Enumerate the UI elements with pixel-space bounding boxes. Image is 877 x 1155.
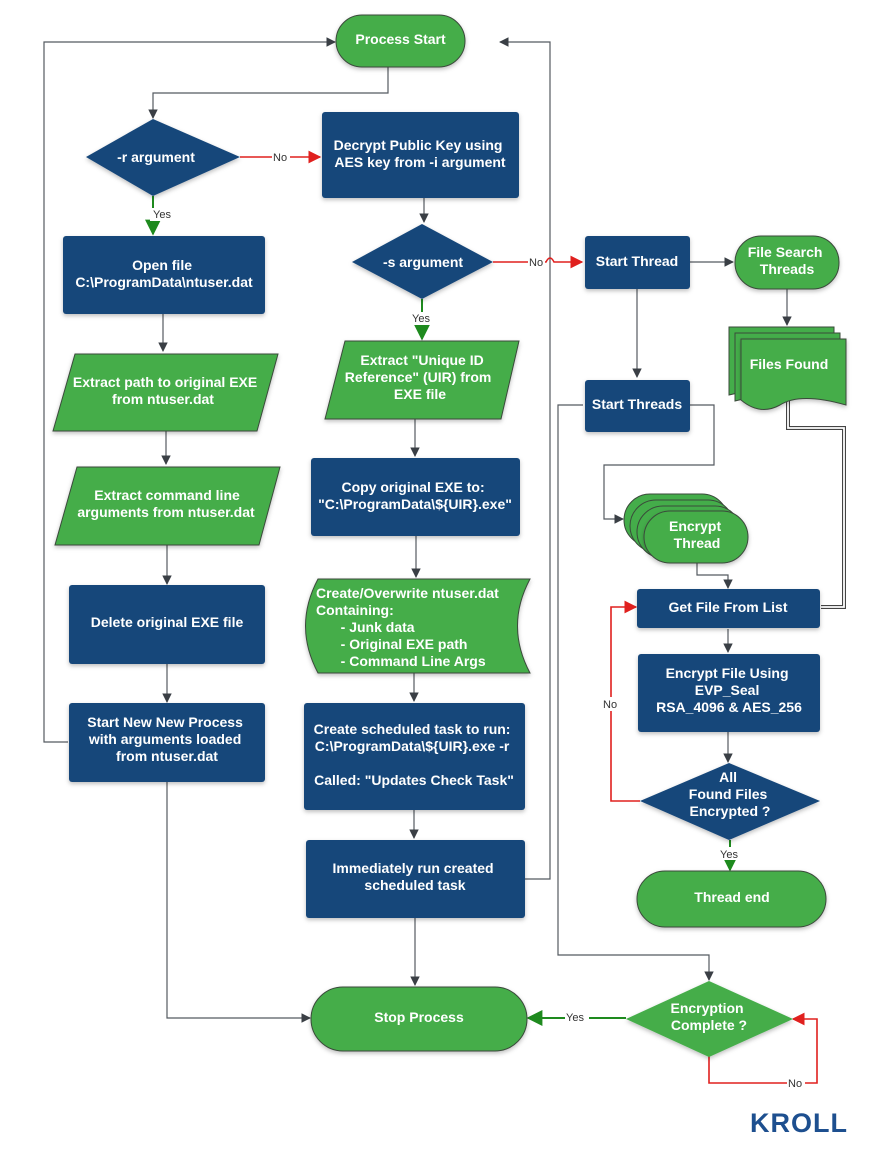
node-process-start-label: Process Start — [355, 31, 446, 47]
node-encrypt-file: Encrypt File Using EVP_Seal RSA_4096 & A… — [638, 654, 820, 732]
node-encryption-complete: Encryption Complete ? — [626, 981, 793, 1057]
node-s-argument: -s argument — [352, 224, 493, 299]
node-copy-exe: Copy original EXE to: "C:\ProgramData\${… — [311, 458, 520, 536]
node-start-threads-label: Start Threads — [592, 396, 682, 412]
node-delete-exe: Delete original EXE file — [69, 585, 265, 664]
kroll-logo: KROLL — [750, 1108, 848, 1139]
node-stop-process-label: Stop Process — [374, 1009, 464, 1025]
edge-label-complete-yes: Yes — [566, 1012, 584, 1024]
node-start-thread: Start Thread — [585, 236, 690, 289]
edge-label-complete-no: No — [788, 1078, 802, 1090]
node-encrypt-thread-label: Encrypt Thread — [669, 518, 725, 551]
node-all-encrypted: All Found Files Encrypted ? — [640, 763, 820, 840]
node-create-ntuser: Create/Overwrite ntuser.dat Containing: … — [0, 0, 531, 674]
node-s-argument-label: -s argument — [383, 254, 463, 270]
node-decrypt-key-label: Decrypt Public Key using AES key from -i… — [334, 137, 507, 170]
node-get-file-label: Get File From List — [668, 599, 787, 615]
kroll-logo-text: KROLL — [750, 1108, 848, 1138]
edge-start-to-r — [148, 67, 389, 119]
node-extract-args-label: Extract command line arguments from ntus… — [77, 487, 255, 520]
node-stop-process: Stop Process — [310, 986, 528, 1052]
edge-label-r-no: No — [273, 152, 287, 164]
node-create-ntuser-label: Create/Overwrite ntuser.dat Containing: … — [0, 0, 526, 669]
node-extract-path: Extract path to original EXE from ntuser… — [52, 353, 279, 432]
edge-found-to-getfile — [786, 398, 846, 609]
node-open-file: Open file C:\ProgramData\ntuser.dat — [63, 236, 265, 314]
edge-new-process-to-stop — [166, 782, 311, 1023]
edge-label-all-no: No — [603, 699, 617, 711]
edge-label-s-no: No — [529, 257, 543, 269]
node-files-found: Files Found — [728, 326, 847, 410]
node-start-new-process: Start New New Process with arguments loa… — [69, 703, 265, 782]
edge-label-s-yes: Yes — [412, 313, 430, 325]
node-thread-end-label: Thread end — [694, 889, 769, 905]
node-r-argument: -r argument — [86, 119, 240, 196]
node-thread-end: Thread end — [636, 870, 827, 928]
node-copy-exe-label: Copy original EXE to: "C:\ProgramData\${… — [318, 479, 512, 512]
node-file-search-threads: File Search Threads — [734, 235, 840, 290]
node-get-file: Get File From List — [637, 589, 820, 628]
edge-label-r-yes: Yes — [153, 209, 171, 221]
node-start-threads: Start Threads — [585, 380, 690, 432]
edge-encrypt-to-getfile — [696, 562, 733, 589]
node-process-start: Process Start — [335, 14, 466, 68]
node-run-task: Immediately run created scheduled task — [306, 840, 525, 918]
node-r-argument-label: -r argument — [117, 149, 195, 165]
node-delete-exe-label: Delete original EXE file — [91, 614, 244, 630]
node-start-thread-label: Start Thread — [596, 253, 678, 269]
node-extract-args: Extract command line arguments from ntus… — [54, 466, 281, 546]
node-encryption-complete-label: Encryption Complete ? — [670, 1000, 747, 1033]
edge-label-all-yes: Yes — [720, 849, 738, 861]
node-extract-uir: Extract "Unique ID Reference" (UIR) from… — [324, 340, 520, 420]
node-files-found-label: Files Found — [750, 356, 829, 372]
node-create-task: Create scheduled task to run: C:\Program… — [304, 703, 525, 810]
node-decrypt-key: Decrypt Public Key using AES key from -i… — [322, 112, 519, 198]
flowchart: No Yes No Yes No Yes Yes No Process Star… — [0, 0, 847, 1090]
node-encrypt-thread: Encrypt Thread — [623, 493, 749, 564]
